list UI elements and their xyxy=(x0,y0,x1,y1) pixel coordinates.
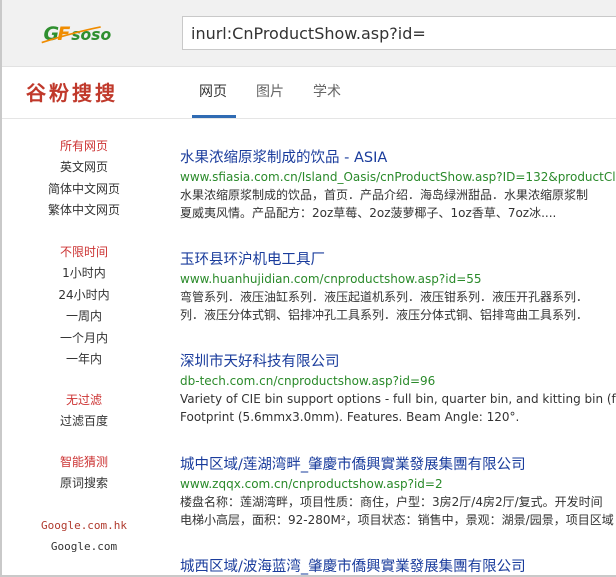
search-result: 深圳市天好科技有限公司 db-tech.com.cn/cnproductshow… xyxy=(180,352,616,426)
search-input[interactable] xyxy=(182,16,616,50)
result-snippet-line: 电梯小高层，面积：92-280M²，项目状态：销售中，景观：湖景/园景，项目区域 xyxy=(180,513,614,527)
result-title-link[interactable]: 城中区域/莲湖湾畔_肇慶市僑興實業發展集團有限公司 xyxy=(180,455,616,475)
header-bar: G F soso xyxy=(2,0,616,67)
result-title-link[interactable]: 城西区域/波海蓝湾_肇慶市僑興實業發展集團有限公司 xyxy=(180,557,616,577)
filter-baidu[interactable]: 过滤百度 xyxy=(2,411,166,433)
filter-traditional[interactable]: 繁体中文网页 xyxy=(2,200,166,222)
gfsoso-logo[interactable]: G F soso xyxy=(32,20,152,46)
result-snippet-line: Footprint (5.6mmx3.0mm). Features. Beam … xyxy=(180,410,520,424)
dedupe-filter-group: 无过滤 过滤百度 xyxy=(2,390,166,433)
search-result: 水果浓缩原浆制成的饮品 - ASIA www.sfiasia.com.cn/Is… xyxy=(180,148,616,222)
result-snippet-line: 夏威夷风情。产品配方：2oz草莓、2oz菠萝椰子、1oz香草、7oz冰.... xyxy=(180,206,557,220)
filter-1-month[interactable]: 一个月内 xyxy=(2,328,166,350)
exact-search[interactable]: 原词搜索 xyxy=(2,473,166,495)
filter-simplified[interactable]: 简体中文网页 xyxy=(2,179,166,201)
result-title-link[interactable]: 水果浓缩原浆制成的饮品 - ASIA xyxy=(180,148,616,168)
guess-filter-group: 智能猜测 原词搜索 xyxy=(2,452,166,495)
filter-english[interactable]: 英文网页 xyxy=(2,157,166,179)
result-url[interactable]: db-tech.com.cn/cnproductshow.asp?id=96 xyxy=(180,372,616,390)
result-url[interactable]: www.sfiasia.com.cn/Island_Oasis/cnProduc… xyxy=(180,168,616,186)
tab-web[interactable]: 网页 xyxy=(199,81,227,101)
result-snippet-line: Variety of CIE bin support options - ful… xyxy=(180,392,616,406)
filter-1-hour[interactable]: 1小时内 xyxy=(2,263,166,285)
result-title-link[interactable]: 玉环县环沪机电工具厂 xyxy=(180,250,616,270)
secondary-nav: 谷粉搜搜 网页 图片 学术 xyxy=(2,67,616,119)
result-snippet-line: 弯管系列．液压油缸系列．液压起道机系列．液压钳系列．液压开孔器系列． xyxy=(180,290,589,304)
result-snippet-line: 水果浓缩原浆制成的饮品，首页．产品介绍．海岛绿洲甜品．水果浓缩原浆制 xyxy=(180,188,589,202)
result-title-link[interactable]: 深圳市天好科技有限公司 xyxy=(180,352,616,372)
filter-any-time[interactable]: 不限时间 xyxy=(2,242,166,263)
result-url[interactable]: www.zqqx.com.cn/cnproductshow.asp?id=2 xyxy=(180,475,616,493)
search-result: 玉环县环沪机电工具厂 www.huanhujidian.com/cnproduc… xyxy=(180,250,616,324)
result-url[interactable]: www.huanhujidian.com/cnproductshow.asp?i… xyxy=(180,270,616,288)
google-com-link[interactable]: Google.com xyxy=(2,536,166,557)
filter-24-hours[interactable]: 24小时内 xyxy=(2,285,166,307)
result-snippet-line: 列．液压分体式铜、铝排冲孔工具系列．液压分体式铜、铝排弯曲工具系列． xyxy=(180,308,589,322)
active-tab-indicator xyxy=(192,115,236,118)
filter-none[interactable]: 无过滤 xyxy=(2,390,166,411)
filter-1-year[interactable]: 一年内 xyxy=(2,349,166,371)
google-links-group: Google.com.hk Google.com xyxy=(2,515,166,557)
filter-all-pages[interactable]: 所有网页 xyxy=(2,136,166,157)
filter-1-week[interactable]: 一周内 xyxy=(2,306,166,328)
result-snippet-line: 楼盘名称：莲湖湾畔，项目性质：商住，户型：3房2厅/4房2厅/复式。开发时间 xyxy=(180,495,603,509)
search-result: 城中区域/莲湖湾畔_肇慶市僑興實業發展集團有限公司 www.zqqx.com.c… xyxy=(180,455,616,529)
tab-images[interactable]: 图片 xyxy=(256,81,284,101)
google-hk-link[interactable]: Google.com.hk xyxy=(2,515,166,536)
time-filter-group: 不限时间 1小时内 24小时内 一周内 一个月内 一年内 xyxy=(2,242,166,371)
tab-academic[interactable]: 学术 xyxy=(313,81,341,101)
language-filter-group: 所有网页 英文网页 简体中文网页 繁体中文网页 xyxy=(2,136,166,222)
site-brand: 谷粉搜搜 xyxy=(26,81,118,105)
search-result: 城西区域/波海蓝湾_肇慶市僑興實業發展集團有限公司 xyxy=(180,557,616,577)
smart-guess[interactable]: 智能猜测 xyxy=(2,452,166,473)
